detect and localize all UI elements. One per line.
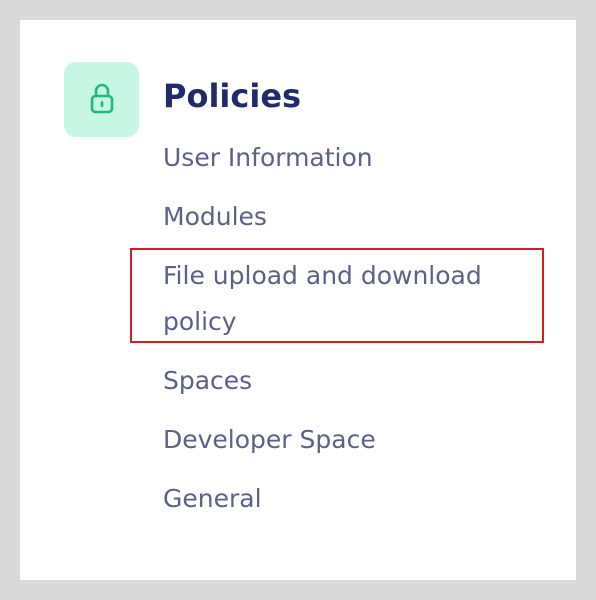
nav-link-developer-space[interactable]: Developer Space	[163, 417, 543, 463]
policies-panel: Policies User Information Modules File u…	[20, 20, 576, 580]
nav-link-modules[interactable]: Modules	[163, 194, 543, 240]
section-title: Policies	[163, 77, 302, 115]
nav-link-general[interactable]: General	[163, 476, 543, 522]
nav-link-user-information[interactable]: User Information	[163, 135, 543, 181]
nav-link-spaces[interactable]: Spaces	[163, 358, 543, 404]
lock-icon	[88, 81, 116, 119]
policies-icon-tile	[64, 62, 139, 137]
nav-link-file-upload-download-policy[interactable]: File upload and download policy	[163, 253, 553, 345]
